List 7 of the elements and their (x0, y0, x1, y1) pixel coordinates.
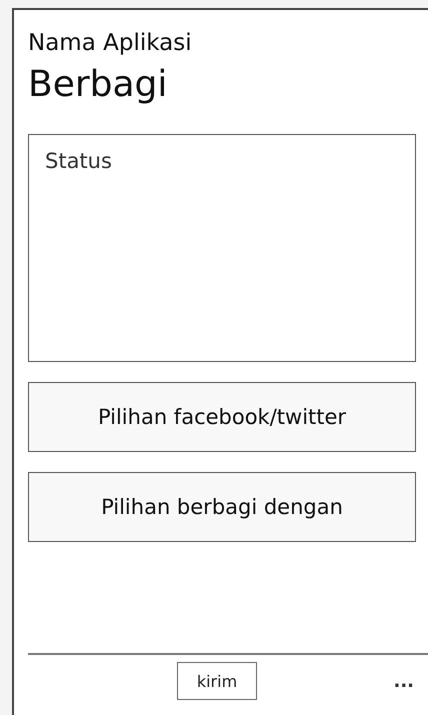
page-title: Berbagi (28, 63, 168, 107)
option-button[interactable]: Pilihan facebook/twitter (28, 382, 416, 452)
option-button[interactable]: Pilihan berbagi dengan (28, 472, 416, 542)
status-field[interactable]: Status (28, 134, 416, 362)
app-name: Nama Aplikasi (28, 29, 193, 58)
more-button[interactable]: ... (393, 670, 414, 692)
send-button[interactable]: kirim (177, 662, 257, 700)
